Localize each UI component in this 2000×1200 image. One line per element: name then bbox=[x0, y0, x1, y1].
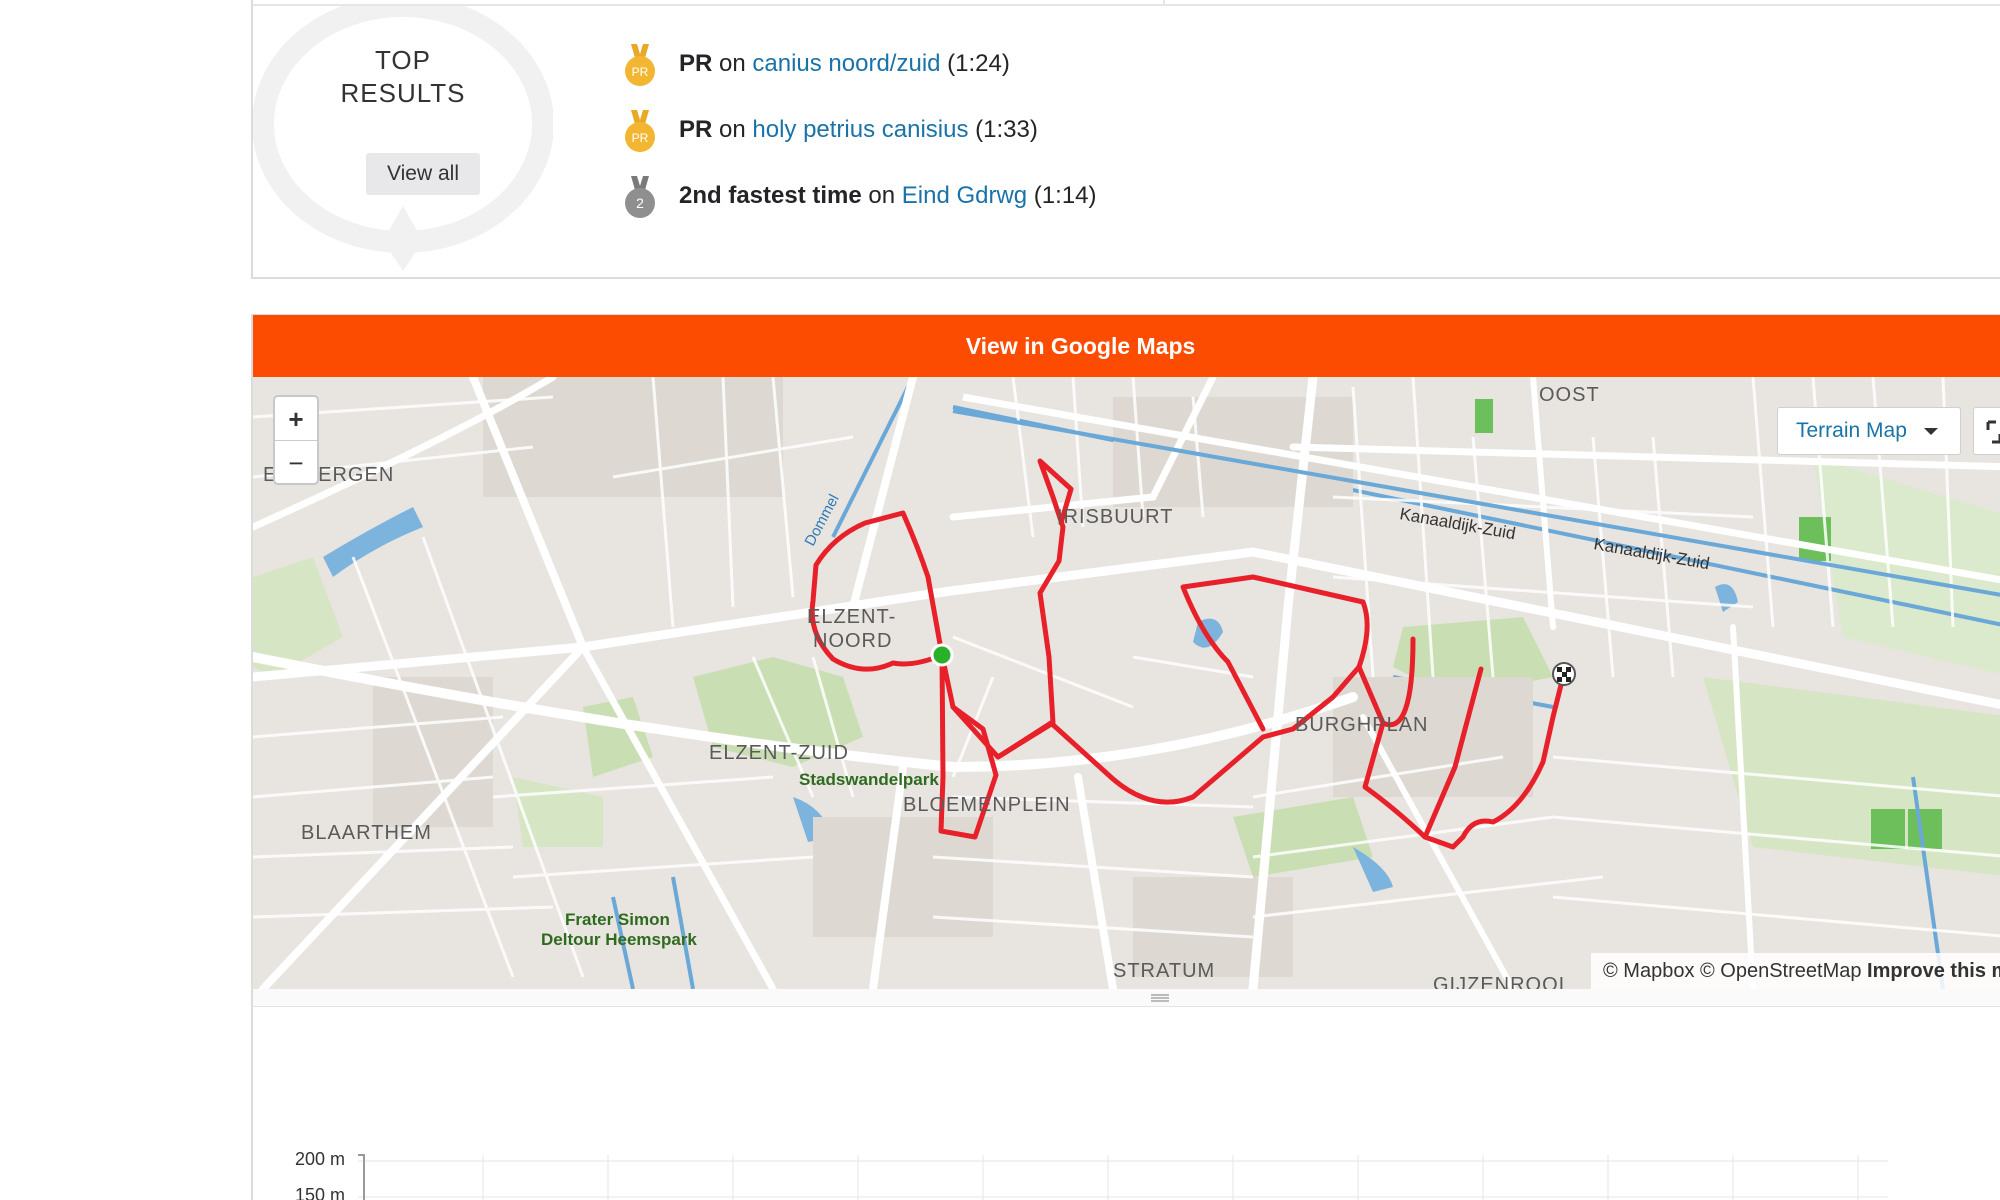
map-type-dropdown[interactable]: Terrain Map bbox=[1777, 407, 1961, 455]
achievement-prefix: PR bbox=[679, 116, 713, 143]
improve-map-link[interactable]: Improve this map bbox=[1867, 960, 2000, 982]
top-results-title-line1: TOP bbox=[375, 45, 431, 75]
achievement-time: (1:24) bbox=[940, 50, 1010, 77]
achievement-on: on bbox=[861, 182, 902, 209]
elevation-grid bbox=[358, 1154, 1888, 1200]
map-label: Stadswandelpark bbox=[799, 770, 939, 789]
segment-link[interactable]: Eind Gdrwg bbox=[902, 182, 1027, 209]
map-label: NOORD bbox=[813, 630, 892, 652]
achievement-on: on bbox=[712, 116, 753, 143]
y-tick-label: 200 m bbox=[294, 1149, 345, 1169]
map-label: ELZENT-ZUID bbox=[709, 742, 849, 764]
svg-text:2: 2 bbox=[636, 195, 644, 211]
silver-medal-icon: 2 bbox=[625, 176, 655, 218]
svg-text:PR: PR bbox=[632, 65, 649, 79]
map-label: BLAARTHEM bbox=[301, 822, 432, 844]
map-label: ELZENT- bbox=[807, 606, 896, 628]
start-marker-icon bbox=[930, 643, 954, 667]
view-in-google-maps-button[interactable]: View in Google Maps bbox=[253, 315, 2000, 377]
segment-link[interactable]: canius noord/zuid bbox=[752, 50, 940, 77]
y-tick-label: 150 m bbox=[294, 1185, 345, 1200]
map-label: OOST bbox=[1539, 384, 1600, 406]
route-map[interactable]: OOST ELSBERGEN IRISBUURT ELZENT- NOORD E… bbox=[253, 377, 2000, 989]
segment-link[interactable]: holy petrius canisius bbox=[752, 116, 968, 143]
zoom-control: + − bbox=[273, 395, 319, 485]
map-label: STRATUM bbox=[1113, 960, 1215, 982]
map-attribution: © Mapbox © OpenStreetMap Improve this ma… bbox=[1591, 953, 2000, 989]
achievement-prefix: 2nd fastest time bbox=[679, 182, 862, 209]
achievement-time: (1:14) bbox=[1027, 182, 1097, 209]
map-label: Deltour Heemspark bbox=[541, 930, 697, 949]
view-all-button[interactable]: View all bbox=[366, 153, 480, 195]
achievement-on: on bbox=[712, 50, 753, 77]
elevation-chart: 200 m 150 m bbox=[253, 1015, 2000, 1200]
fullscreen-button[interactable] bbox=[1973, 407, 2000, 455]
zoom-in-button[interactable]: + bbox=[275, 397, 317, 441]
map-label: BLOEMENPLEIN bbox=[903, 794, 1071, 816]
top-results-card: TOP RESULTS View all PR PR on canius noo… bbox=[251, 0, 2000, 279]
map-type-label: Terrain Map bbox=[1796, 419, 1907, 442]
achievement-time: (1:33) bbox=[968, 116, 1038, 143]
top-results-title-line2: RESULTS bbox=[340, 78, 466, 108]
achievement-prefix: PR bbox=[679, 50, 713, 77]
pr-medal-icon: PR bbox=[625, 44, 655, 86]
google-maps-label: View in Google Maps bbox=[965, 333, 1196, 359]
top-results-title: TOP RESULTS bbox=[323, 44, 483, 110]
zoom-out-button[interactable]: − bbox=[275, 441, 317, 485]
drag-grip-icon bbox=[1151, 994, 1169, 1002]
map-label: Frater Simon bbox=[565, 910, 670, 929]
map-resize-handle[interactable] bbox=[253, 989, 2000, 1007]
map-label: GIJZENROOI bbox=[1433, 974, 1565, 989]
chevron-down-icon bbox=[1924, 428, 1938, 435]
map-label: BURGHPLAN bbox=[1295, 714, 1428, 736]
finish-marker-icon bbox=[1552, 662, 1576, 686]
map-card: View in Google Maps OOST ELSBERGEN IRISB… bbox=[251, 314, 2000, 1200]
attribution-text: © Mapbox © OpenStreetMap bbox=[1603, 960, 1868, 982]
pr-medal-icon: PR bbox=[625, 110, 655, 152]
fullscreen-icon bbox=[1986, 420, 2000, 444]
svg-text:PR: PR bbox=[632, 131, 649, 145]
map-canvas: OOST ELSBERGEN IRISBUURT ELZENT- NOORD E… bbox=[253, 377, 2000, 989]
map-label: IRISBUURT bbox=[1057, 506, 1173, 528]
